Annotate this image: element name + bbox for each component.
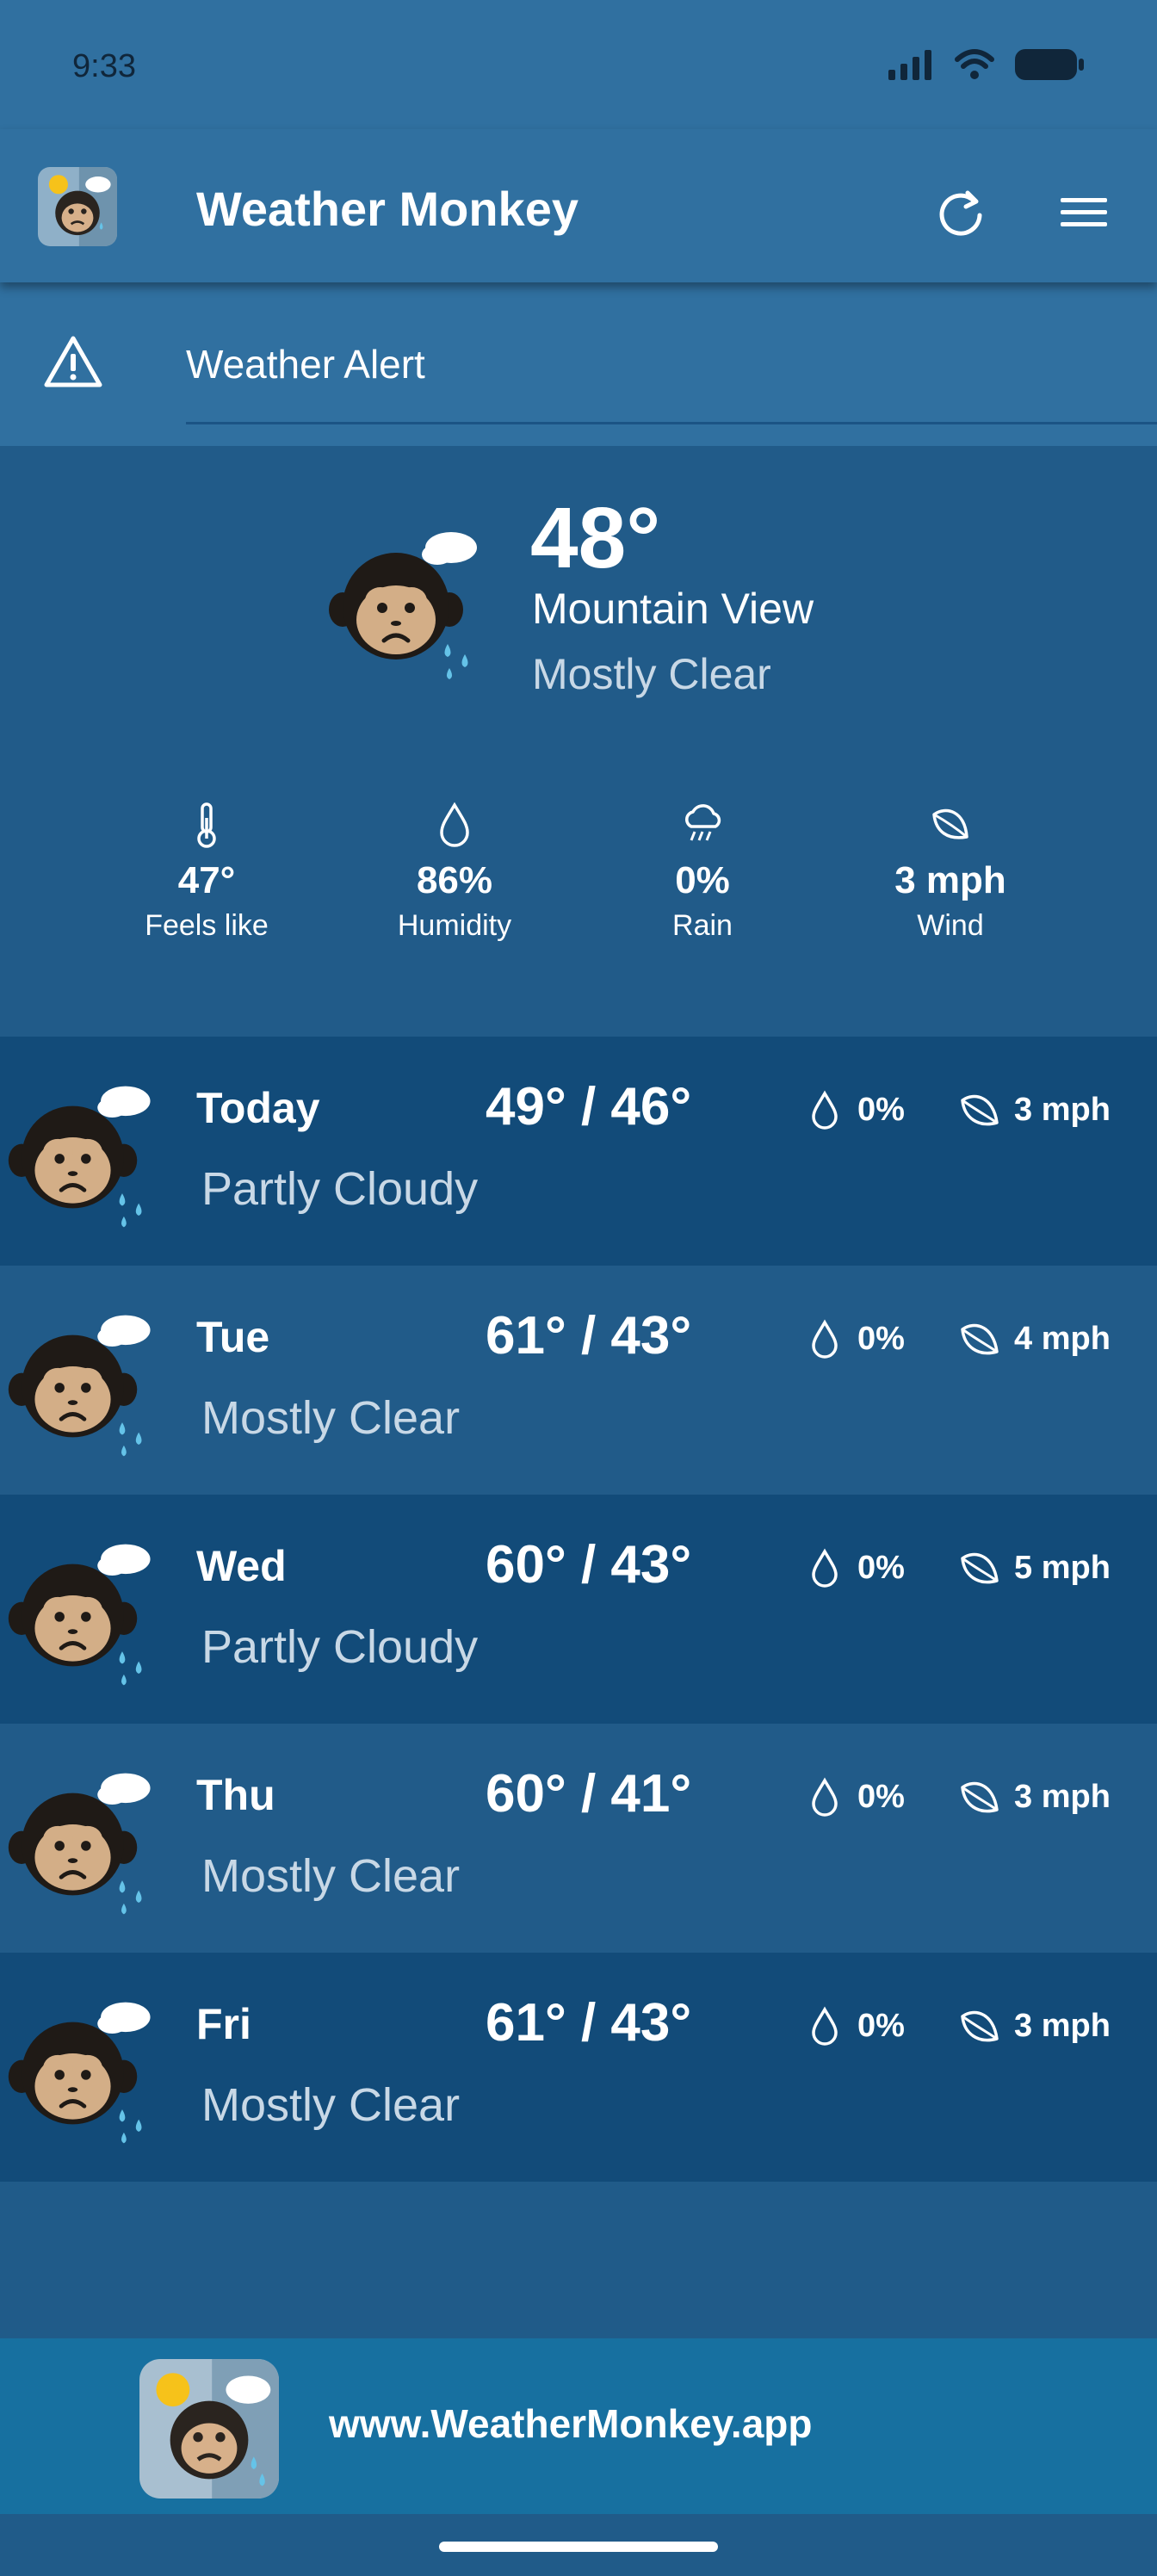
forecast-row-tue[interactable]: Tue 61° / 43° Mostly Clear 0% 4 mph	[0, 1266, 1157, 1495]
warning-triangle-icon	[44, 336, 102, 387]
home-indicator[interactable]	[439, 2542, 718, 2552]
refresh-button[interactable]	[930, 181, 992, 243]
metric-humidity: 86% Humidity	[351, 801, 558, 943]
feels-like-label: Feels like	[145, 909, 269, 942]
forecast-row-fri[interactable]: Fri 61° / 43° Mostly Clear 0% 3 mph	[0, 1953, 1157, 2182]
monkey-rain-weather-icon	[7, 1994, 158, 2151]
rain-cloud-icon	[685, 804, 721, 841]
forecast-day: Fri	[196, 2000, 251, 2048]
wind-value: 3 mph	[894, 859, 1006, 901]
monkey-rain-weather-icon	[329, 532, 477, 679]
status-bar: 9:33	[0, 0, 1157, 129]
forecast-precip: 0%	[857, 1092, 905, 1128]
leaf-icon	[961, 1552, 999, 1584]
cellular-signal-icon	[888, 50, 931, 80]
forecast-wind: 3 mph	[1014, 1092, 1111, 1128]
current-temperature: 48°	[530, 490, 661, 586]
forecast-day: Wed	[196, 1542, 287, 1590]
feels-like-value: 47°	[177, 859, 236, 901]
leaf-icon	[961, 2010, 999, 2042]
weather-app-screen: 9:33 Weather Monkey Weather Alert 48° Mo…	[0, 0, 1157, 2576]
status-time: 9:33	[72, 48, 136, 84]
humidity-label: Humidity	[397, 909, 512, 942]
forecast-precip: 0%	[857, 2008, 905, 2044]
forecast-condition: Partly Cloudy	[201, 1621, 479, 1673]
wind-label: Wind	[917, 909, 984, 942]
forecast-condition: Mostly Clear	[201, 1392, 461, 1444]
forecast-high-low: 60° / 41°	[486, 1764, 692, 1824]
app-bar: Weather Monkey	[0, 129, 1157, 282]
forecast-precip: 0%	[857, 1779, 905, 1815]
monkey-rain-weather-icon	[7, 1078, 158, 1235]
leaf-icon	[961, 1094, 999, 1126]
monkey-rain-weather-icon	[7, 1536, 158, 1693]
thermometer-icon	[197, 802, 216, 848]
refresh-icon	[939, 190, 982, 236]
forecast-precip: 0%	[857, 1321, 905, 1357]
forecast-wind: 3 mph	[1014, 2008, 1111, 2044]
app-logo-icon	[139, 2359, 279, 2499]
forecast-day: Thu	[196, 1771, 275, 1819]
monkey-rain-weather-icon	[7, 1307, 158, 1464]
droplet-icon	[440, 802, 469, 847]
menu-button[interactable]	[1052, 183, 1114, 245]
forecast-day: Tue	[196, 1313, 270, 1361]
forecast-wind: 4 mph	[1014, 1321, 1111, 1357]
status-icons	[887, 48, 1085, 81]
current-condition: Mostly Clear	[532, 650, 771, 698]
forecast-high-low: 60° / 43°	[486, 1535, 692, 1595]
forecast-list: Today 49° / 46° Partly Cloudy 0% 3 mph T…	[0, 1037, 1157, 2182]
metric-feels-like: 47° Feels like	[103, 801, 310, 943]
current-city: Mountain View	[532, 585, 814, 633]
weather-alert-row[interactable]: Weather Alert	[0, 282, 1157, 446]
forecast-high-low: 49° / 46°	[486, 1077, 692, 1136]
forecast-wind: 3 mph	[1014, 1779, 1111, 1815]
rain-label: Rain	[672, 909, 733, 942]
current-conditions: 48° Mountain View Mostly Clear 47° Feels…	[0, 446, 1157, 1037]
app-logo-icon	[38, 167, 117, 246]
forecast-row-wed[interactable]: Wed 60° / 43° Partly Cloudy 0% 5 mph	[0, 1495, 1157, 1724]
forecast-day: Today	[196, 1084, 320, 1132]
forecast-row-today[interactable]: Today 49° / 46° Partly Cloudy 0% 3 mph	[0, 1037, 1157, 1266]
leaf-icon	[932, 808, 968, 839]
forecast-high-low: 61° / 43°	[486, 1993, 692, 2053]
droplet-icon	[812, 1779, 838, 1817]
footer-url-link[interactable]: www.WeatherMonkey.app	[329, 2400, 812, 2447]
monkey-rain-weather-icon	[7, 1765, 158, 1922]
droplet-icon	[812, 1550, 838, 1588]
humidity-value: 86%	[416, 859, 493, 901]
forecast-row-thu[interactable]: Thu 60° / 41° Mostly Clear 0% 3 mph	[0, 1724, 1157, 1953]
metric-rain: 0% Rain	[599, 801, 806, 943]
battery-icon	[1015, 49, 1084, 80]
droplet-icon	[812, 1321, 838, 1359]
footer-banner[interactable]: www.WeatherMonkey.app	[0, 2338, 1157, 2514]
alert-divider	[186, 422, 1157, 424]
wifi-icon	[955, 49, 994, 79]
droplet-icon	[812, 1092, 838, 1130]
droplet-icon	[812, 2008, 838, 2046]
forecast-condition: Mostly Clear	[201, 1850, 461, 1902]
forecast-condition: Partly Cloudy	[201, 1163, 479, 1215]
forecast-high-low: 61° / 43°	[486, 1306, 692, 1365]
weather-alert-label: Weather Alert	[186, 342, 425, 387]
app-title: Weather Monkey	[196, 182, 578, 236]
rain-value: 0%	[675, 859, 730, 901]
forecast-precip: 0%	[857, 1550, 905, 1586]
leaf-icon	[961, 1781, 999, 1813]
leaf-icon	[961, 1323, 999, 1355]
hamburger-menu-icon	[1061, 198, 1107, 226]
metric-wind: 3 mph Wind	[847, 801, 1054, 943]
forecast-condition: Mostly Clear	[201, 2079, 461, 2131]
forecast-wind: 5 mph	[1014, 1550, 1111, 1586]
